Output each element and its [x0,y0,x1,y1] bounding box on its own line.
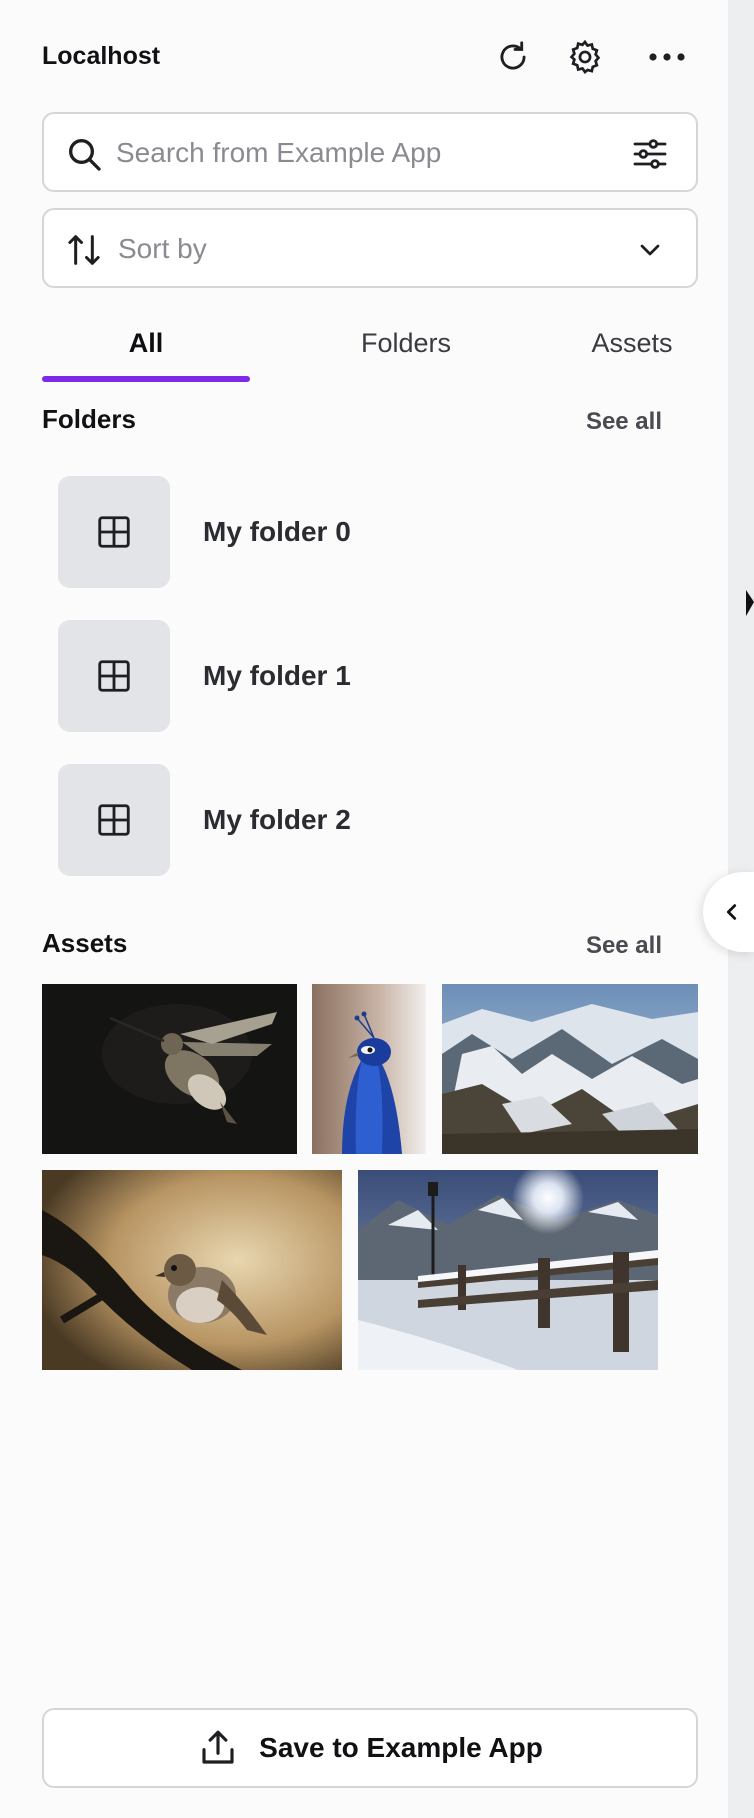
more-options-button[interactable] [646,36,688,78]
refresh-button[interactable] [492,36,534,78]
folders-see-all-link[interactable]: See all [586,408,662,436]
folder-label: My folder 1 [203,660,351,691]
folder-item[interactable]: My folder 2 [58,764,658,876]
refresh-icon [500,41,526,70]
tab-bar: All Folders Assets [42,318,698,384]
sort-placeholder: Sort by [118,233,207,264]
grid-icon [98,660,130,692]
search-input[interactable]: Search from Example App [42,112,698,192]
sort-arrows-icon [64,230,104,270]
folder-label: My folder 2 [203,804,351,835]
assets-section-title: Assets [42,928,128,958]
asset-image-mountains[interactable] [442,984,698,1154]
gear-icon [569,39,601,75]
sliders-icon [633,139,667,169]
asset-image-peacock[interactable] [312,984,426,1154]
mouse-cursor-icon [746,590,754,616]
tab-folders[interactable]: Folders [294,328,518,359]
tab-assets[interactable]: Assets [520,328,744,359]
folder-item[interactable]: My folder 0 [58,476,658,588]
asset-image-hummingbird[interactable] [42,984,297,1154]
folder-thumbnail [58,476,170,588]
asset-image-sparrow[interactable] [42,1170,342,1370]
save-button-label: Save to Example App [259,1732,543,1763]
grid-icon [98,804,130,836]
active-tab-indicator [42,376,250,382]
filter-button[interactable] [630,134,670,174]
asset-image-snowy-fence[interactable] [358,1170,658,1370]
tab-all[interactable]: All [42,328,250,359]
folder-thumbnail [58,620,170,732]
app-title: Localhost [42,42,161,70]
chevron-down-icon [630,230,670,270]
save-button[interactable]: Save to Example App [42,1708,698,1788]
folder-thumbnail [58,764,170,876]
search-icon [64,134,104,174]
sort-dropdown[interactable]: Sort by [42,208,698,288]
header: Localhost [42,36,692,78]
folder-item[interactable]: My folder 1 [58,620,658,732]
search-placeholder: Search from Example App [116,137,442,168]
chevron-left-icon [726,904,737,920]
upload-icon [202,1730,234,1764]
settings-button[interactable] [564,36,606,78]
folder-label: My folder 0 [203,516,351,547]
more-icon [649,53,685,61]
folders-section-title: Folders [42,404,136,434]
app-panel: Localhost Search from Example App Sort b… [0,0,728,1818]
assets-see-all-link[interactable]: See all [586,932,662,960]
grid-icon [98,516,130,548]
